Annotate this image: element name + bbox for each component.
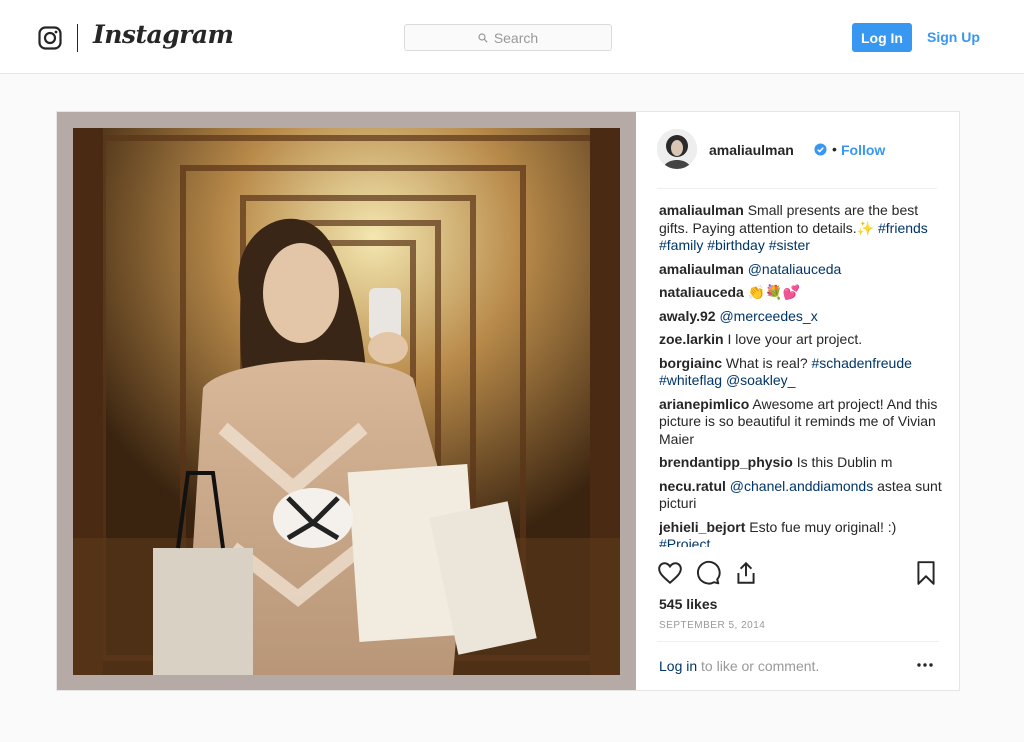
log-in-link[interactable]: Log in	[659, 658, 697, 674]
comment-tag-link[interactable]: #friends	[878, 220, 928, 236]
verified-icon	[814, 143, 827, 156]
search-placeholder: Search	[493, 29, 539, 46]
avatar-image	[657, 129, 697, 169]
post-actions	[657, 560, 939, 588]
separator-dot: •	[832, 141, 837, 157]
comment-item: zoe.larkin I love your art project.	[659, 331, 944, 349]
comment-username[interactable]: nataliauceda	[659, 284, 744, 300]
search-icon	[478, 32, 488, 43]
comment-username[interactable]: necu.ratul	[659, 478, 726, 494]
comment-tag-link[interactable]: @merceedes_x	[719, 308, 817, 324]
divider	[657, 641, 939, 642]
log-in-button[interactable]: Log In	[852, 23, 912, 52]
post-header: amaliaulman • Follow	[657, 129, 937, 189]
comment-item: brendantipp_physio Is this Dublin m	[659, 454, 944, 472]
comment-tag-link[interactable]: #schadenfreude	[812, 355, 912, 371]
instagram-camera-icon[interactable]	[38, 26, 62, 50]
comment-item: borgiainc What is real? #schadenfreude #…	[659, 355, 944, 390]
comment-username[interactable]: amaliaulman	[659, 202, 744, 218]
comment-username[interactable]: jehieli_bejort	[659, 519, 745, 535]
comment-item: necu.ratul @chanel.anddiamonds astea sun…	[659, 478, 944, 513]
instagram-wordmark[interactable]: Instagram	[93, 20, 234, 49]
comment-tag-link[interactable]: @soakley_	[726, 372, 795, 388]
comment-tag-link[interactable]: #Project	[659, 536, 710, 547]
comment-item: amaliaulman Small presents are the best …	[659, 202, 944, 255]
photo-frame	[57, 112, 636, 690]
comment-item: jehieli_bejort Esto fue muy original! :)…	[659, 519, 944, 548]
likes-count[interactable]: 545 likes	[659, 596, 717, 612]
comment-username[interactable]: amaliaulman	[659, 261, 744, 277]
comment-username[interactable]: arianepimlico	[659, 396, 749, 412]
comment-username[interactable]: awaly.92	[659, 308, 716, 324]
comment-tag-link[interactable]: @nataliauceda	[748, 261, 842, 277]
comment-tag-link[interactable]: #birthday	[707, 237, 765, 253]
top-navigation-bar: Instagram Search Log In Sign Up	[0, 0, 1024, 74]
sign-up-link[interactable]: Sign Up	[927, 29, 980, 45]
bookmark-icon[interactable]	[913, 560, 939, 586]
post-card: amaliaulman • Follow amaliaulman Small p…	[56, 111, 960, 691]
post-date[interactable]: SEPTEMBER 5, 2014	[659, 620, 765, 631]
comment-tag-link[interactable]: #sister	[769, 237, 810, 253]
comment-icon[interactable]	[695, 560, 721, 586]
mirror-selfie-image	[73, 128, 620, 675]
comment-tag-link[interactable]: #family	[659, 237, 703, 253]
more-icon[interactable]	[916, 658, 934, 672]
comment-username[interactable]: brendantipp_physio	[659, 454, 793, 470]
comment-text: I love your art project.	[727, 331, 863, 347]
follow-button[interactable]: Follow	[841, 142, 885, 158]
comment-tag-link[interactable]: #whiteflag	[659, 372, 722, 388]
comment-item: amaliaulman @nataliauceda	[659, 261, 944, 279]
logo-divider	[77, 24, 78, 52]
post-sidebar: amaliaulman • Follow amaliaulman Small p…	[637, 112, 960, 690]
comment-text: 👏💐💕	[747, 284, 801, 300]
post-photo[interactable]	[73, 128, 620, 675]
post-username[interactable]: amaliaulman	[709, 142, 794, 158]
search-input[interactable]: Search	[404, 24, 612, 51]
login-suffix: to like or comment.	[697, 658, 820, 674]
share-icon[interactable]	[733, 560, 759, 586]
comments-list[interactable]: amaliaulman Small presents are the best …	[659, 202, 944, 547]
comment-item: nataliauceda 👏💐💕	[659, 284, 944, 302]
comment-text: Esto fue muy original! :)	[749, 518, 897, 535]
comment-item: awaly.92 @merceedes_x	[659, 308, 944, 326]
comment-username[interactable]: zoe.larkin	[659, 331, 724, 347]
comment-tag-link[interactable]: @chanel.anddiamonds	[730, 478, 873, 494]
comment-item: arianepimlico Awesome art project! And t…	[659, 396, 944, 449]
login-to-comment: Log in to like or comment.	[659, 658, 819, 674]
heart-icon[interactable]	[657, 560, 683, 586]
comment-text: Is this Dublin m	[796, 454, 893, 470]
comment-text: What is real?	[725, 354, 812, 371]
avatar[interactable]	[657, 129, 697, 169]
comment-username[interactable]: borgiainc	[659, 355, 722, 371]
